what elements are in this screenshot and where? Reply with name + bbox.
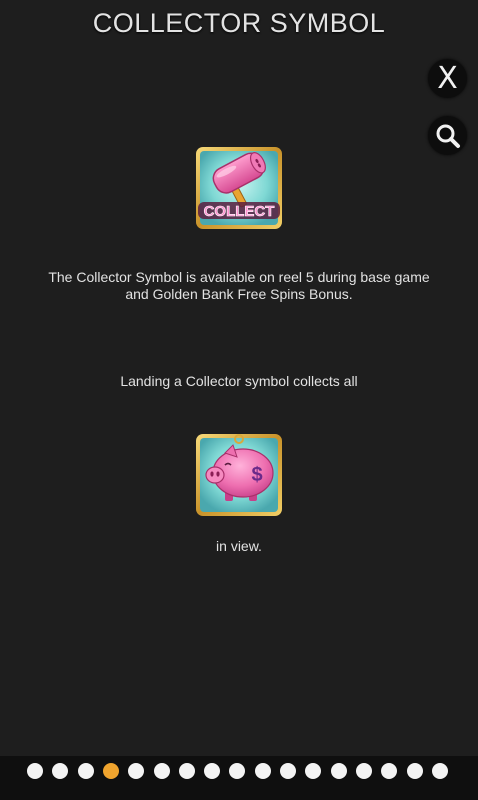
page-dot[interactable] <box>305 763 322 779</box>
collector-symbol-icon: COLLECT <box>196 147 282 229</box>
page-dot[interactable] <box>153 763 170 779</box>
pagination-dots <box>0 763 478 779</box>
page-title: COLLECTOR SYMBOL <box>92 8 386 38</box>
page-dot[interactable] <box>280 763 296 779</box>
collector-availability-text: The Collector Symbol is available on ree… <box>48 269 430 302</box>
page-dot[interactable] <box>77 763 94 779</box>
page-dot[interactable] <box>229 763 246 779</box>
page-dot[interactable] <box>431 763 448 779</box>
page-dot[interactable] <box>355 763 372 779</box>
in-view-text: in view. <box>216 538 262 554</box>
dollar-sign-label: $ <box>251 464 262 486</box>
page-dot[interactable] <box>52 763 69 779</box>
close-button[interactable]: X <box>428 59 467 98</box>
page-dot[interactable] <box>204 763 221 779</box>
close-icon: X <box>437 60 458 96</box>
page-dot-active[interactable] <box>102 763 119 779</box>
page-dot[interactable] <box>27 763 43 779</box>
page-dot[interactable] <box>381 763 398 779</box>
piggy-bank-symbol-icon: $ <box>196 434 282 516</box>
zoom-button[interactable] <box>428 116 467 155</box>
page-dot[interactable] <box>330 763 347 779</box>
collect-label: COLLECT <box>204 203 275 220</box>
collector-landing-text: Landing a Collector symbol collects all <box>120 373 358 389</box>
page-dot[interactable] <box>406 763 423 779</box>
page-dot[interactable] <box>254 763 271 779</box>
magnifier-icon <box>436 124 460 148</box>
page-dot[interactable] <box>128 763 145 779</box>
page-dot[interactable] <box>178 763 195 779</box>
